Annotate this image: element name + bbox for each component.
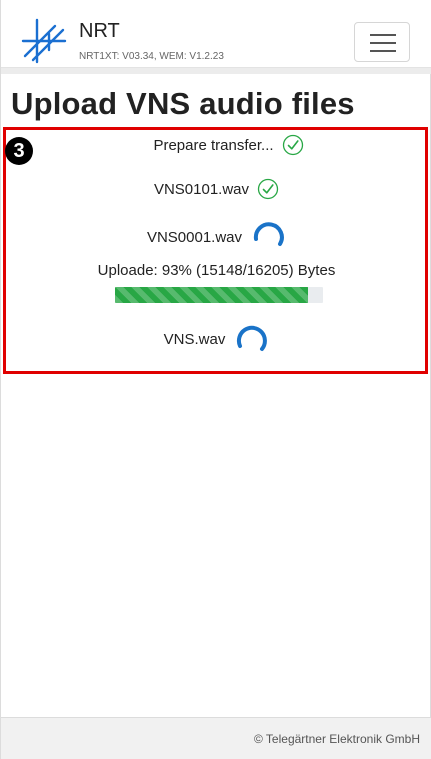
menu-toggle-button[interactable] bbox=[354, 22, 410, 62]
check-circle-icon bbox=[282, 134, 303, 156]
file-row: VNS.wav bbox=[1, 322, 431, 356]
nrt-logo-icon bbox=[21, 18, 67, 64]
file-name: VNS0101.wav bbox=[153, 180, 250, 198]
app-frame: NRT NRT1XT: V03.34, WEM: V1.2.23 Upload … bbox=[0, 0, 431, 759]
spinner-icon bbox=[237, 325, 268, 351]
page-title: Upload VNS audio files bbox=[11, 86, 355, 121]
firmware-version: NRT1XT: V03.34, WEM: V1.2.23 bbox=[79, 51, 224, 62]
hamburger-menu-icon bbox=[370, 34, 396, 36]
file-row: VNS0101.wav bbox=[1, 172, 431, 206]
prepare-transfer-row: Prepare transfer... bbox=[1, 128, 431, 162]
footer-copyright: © Telegärtner Elektronik GmbH bbox=[253, 732, 420, 746]
file-row: VNS0001.wav bbox=[1, 220, 431, 254]
prepare-transfer-label: Prepare transfer... bbox=[153, 136, 274, 154]
footer: © Telegärtner Elektronik GmbH bbox=[1, 717, 431, 759]
spinner-icon bbox=[253, 222, 284, 246]
file-name: VNS0001.wav bbox=[146, 228, 243, 246]
hamburger-menu-icon bbox=[370, 50, 396, 52]
check-circle-icon bbox=[257, 178, 279, 200]
brand-title: NRT bbox=[79, 20, 120, 42]
file-name: VNS.wav bbox=[163, 330, 226, 348]
navbar: NRT NRT1XT: V03.34, WEM: V1.2.23 bbox=[1, 0, 431, 68]
upload-progress-text: Uploade: 93% (15148/16205) Bytes bbox=[97, 262, 336, 279]
hamburger-menu-icon bbox=[370, 42, 396, 44]
upload-progress-bar bbox=[115, 287, 323, 303]
navbar-divider bbox=[1, 68, 431, 74]
upload-progress-fill bbox=[115, 287, 309, 303]
